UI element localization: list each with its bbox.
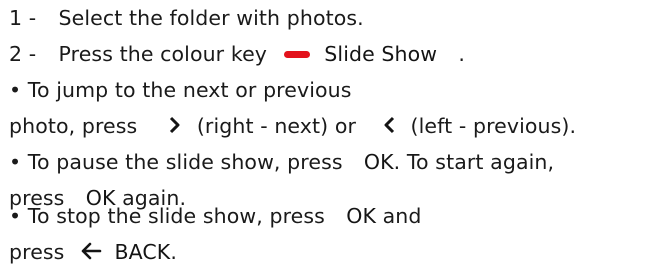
back-arrow-icon xyxy=(82,242,102,260)
bullet-text: (left - previous). xyxy=(410,114,577,138)
red-color-key-icon xyxy=(283,50,310,58)
ok-key-label: OK xyxy=(346,204,376,228)
bullet-text: • To stop the slide show, press xyxy=(9,204,325,228)
back-key-label: BACK xyxy=(114,240,171,264)
bullet-end-period: . xyxy=(170,240,177,264)
bullet-text: photo, press xyxy=(9,114,138,138)
bullet-jump-line-1: • To jump to the next or previous xyxy=(9,75,352,105)
step-text: Select the folder with photos. xyxy=(58,6,364,30)
bullet-text: • To jump to the next or previous xyxy=(9,78,352,102)
bullet-text: (right - next) or xyxy=(196,114,357,138)
bullet-stop-line-2: press BACK. xyxy=(9,237,177,267)
chevron-left-icon xyxy=(384,116,395,134)
bullet-text: press xyxy=(9,240,65,264)
step-end-period: . xyxy=(458,42,466,66)
step-number: 2 - xyxy=(9,42,37,66)
step-1: 1 - Select the folder with photos. xyxy=(9,3,364,33)
step-text: Press the colour key xyxy=(58,42,268,66)
bullet-jump-line-2: photo, press (right - next) or (left - p… xyxy=(9,111,576,141)
step-2: 2 - Press the colour key Slide Show . xyxy=(9,39,465,69)
bullet-text: and xyxy=(382,204,422,228)
step-number: 1 - xyxy=(9,6,37,30)
bullet-pause-line-1: • To pause the slide show, press OK. To … xyxy=(9,147,554,177)
bullet-text: • To pause the slide show, press xyxy=(9,150,343,174)
bullet-stop-line-1: • To stop the slide show, press OK and xyxy=(9,201,421,231)
ok-key-label: OK xyxy=(363,150,394,174)
bullet-text: . To start again, xyxy=(393,150,555,174)
chevron-right-icon xyxy=(169,116,180,134)
slide-show-key-label: Slide Show xyxy=(324,42,438,66)
instructions-document: 1 - Select the folder with photos. 2 - P… xyxy=(0,0,660,271)
